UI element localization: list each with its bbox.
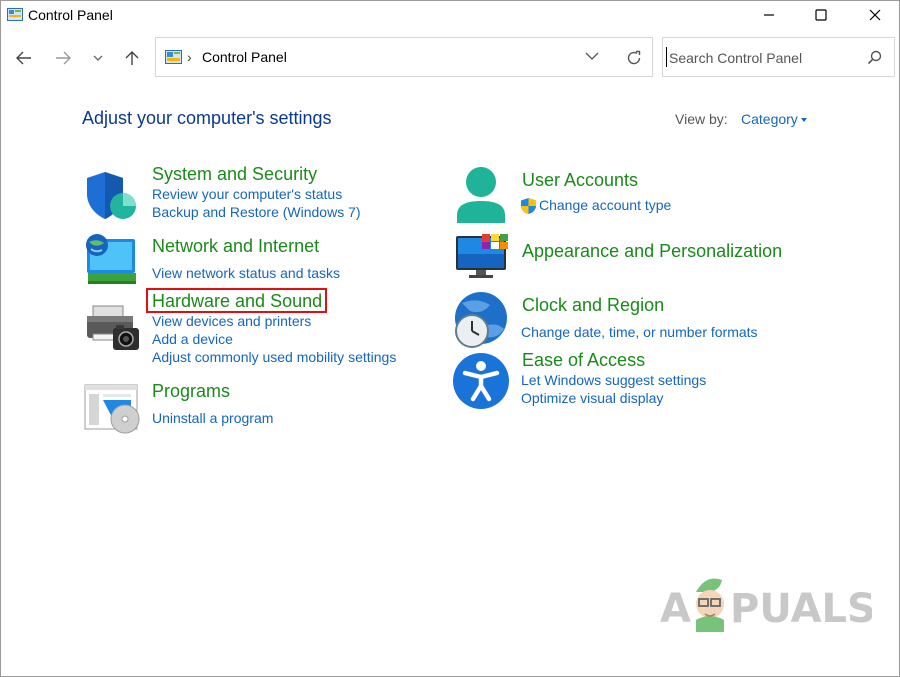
link-add-a-device[interactable]: Add a device: [152, 331, 233, 347]
page-title: Adjust your computer's settings: [82, 108, 332, 128]
view-by-label: View by:: [675, 111, 728, 127]
link-change-account-type[interactable]: Change account type: [539, 197, 671, 213]
link-let-windows-suggest-settings[interactable]: Let Windows suggest settings: [521, 372, 706, 388]
maximize-button[interactable]: [798, 0, 844, 30]
control-panel-app-icon: [7, 8, 23, 21]
uac-shield-icon: [521, 198, 536, 214]
search-icon[interactable]: [867, 50, 882, 65]
up-arrow-icon: [125, 51, 139, 65]
close-icon: [869, 9, 881, 21]
forward-arrow-icon: [56, 51, 71, 65]
network-icon[interactable]: [83, 233, 139, 287]
window-title: Control Panel: [28, 7, 113, 23]
refresh-icon[interactable]: [626, 50, 642, 66]
category-programs[interactable]: Programs: [152, 381, 230, 402]
search-input[interactable]: [669, 47, 859, 69]
monitor-icon[interactable]: [454, 232, 510, 280]
link-view-devices-and-printers[interactable]: View devices and printers: [152, 313, 311, 329]
category-clock-and-region[interactable]: Clock and Region: [522, 295, 664, 316]
link-optimize-visual-display[interactable]: Optimize visual display: [521, 390, 663, 406]
category-appearance-and-personalization[interactable]: Appearance and Personalization: [522, 241, 782, 262]
appuals-watermark: A PUALS: [660, 578, 872, 632]
caret-down-icon[interactable]: [801, 118, 807, 122]
breadcrumb-control-panel[interactable]: Control Panel: [202, 49, 287, 65]
forward-button[interactable]: [52, 47, 74, 69]
breadcrumb-separator: ›: [187, 49, 192, 65]
up-button[interactable]: [121, 47, 143, 69]
back-arrow-icon: [16, 51, 31, 65]
watermark-text: PUALS: [730, 586, 872, 632]
user-icon[interactable]: [454, 165, 510, 225]
address-dropdown-icon[interactable]: [585, 51, 599, 61]
address-bar[interactable]: › Control Panel: [155, 37, 653, 77]
link-uninstall-a-program[interactable]: Uninstall a program: [152, 410, 273, 426]
category-ease-of-access[interactable]: Ease of Access: [522, 350, 645, 371]
title-bar: Control Panel: [0, 0, 900, 30]
view-by-dropdown[interactable]: Category: [741, 111, 798, 127]
mascot-logo: [696, 578, 724, 632]
minimize-button[interactable]: [746, 0, 792, 30]
watermark-letter-a: A: [660, 586, 691, 632]
category-system-and-security[interactable]: System and Security: [152, 164, 317, 185]
category-user-accounts[interactable]: User Accounts: [522, 170, 638, 191]
close-button[interactable]: [852, 0, 898, 30]
clock-globe-icon[interactable]: [452, 291, 510, 349]
maximize-icon: [815, 9, 827, 21]
accessibility-icon[interactable]: [452, 352, 510, 410]
link-change-date-time-formats[interactable]: Change date, time, or number formats: [521, 324, 758, 340]
programs-icon[interactable]: [83, 383, 141, 435]
link-review-computer-status[interactable]: Review your computer's status: [152, 186, 342, 202]
chevron-down-icon: [93, 55, 103, 61]
category-network-and-internet[interactable]: Network and Internet: [152, 236, 319, 257]
search-box[interactable]: [662, 37, 895, 77]
text-caret: [666, 47, 667, 67]
link-view-network-status[interactable]: View network status and tasks: [152, 265, 340, 281]
link-adjust-mobility-settings[interactable]: Adjust commonly used mobility settings: [152, 349, 396, 365]
recent-locations-button[interactable]: [87, 47, 109, 69]
printer-icon[interactable]: [83, 300, 141, 354]
back-button[interactable]: [13, 47, 35, 69]
category-hardware-and-sound[interactable]: Hardware and Sound: [152, 291, 322, 312]
control-panel-location-icon: [165, 50, 182, 64]
link-backup-and-restore[interactable]: Backup and Restore (Windows 7): [152, 204, 361, 220]
shield-icon[interactable]: [83, 170, 137, 222]
minimize-icon: [764, 14, 774, 16]
